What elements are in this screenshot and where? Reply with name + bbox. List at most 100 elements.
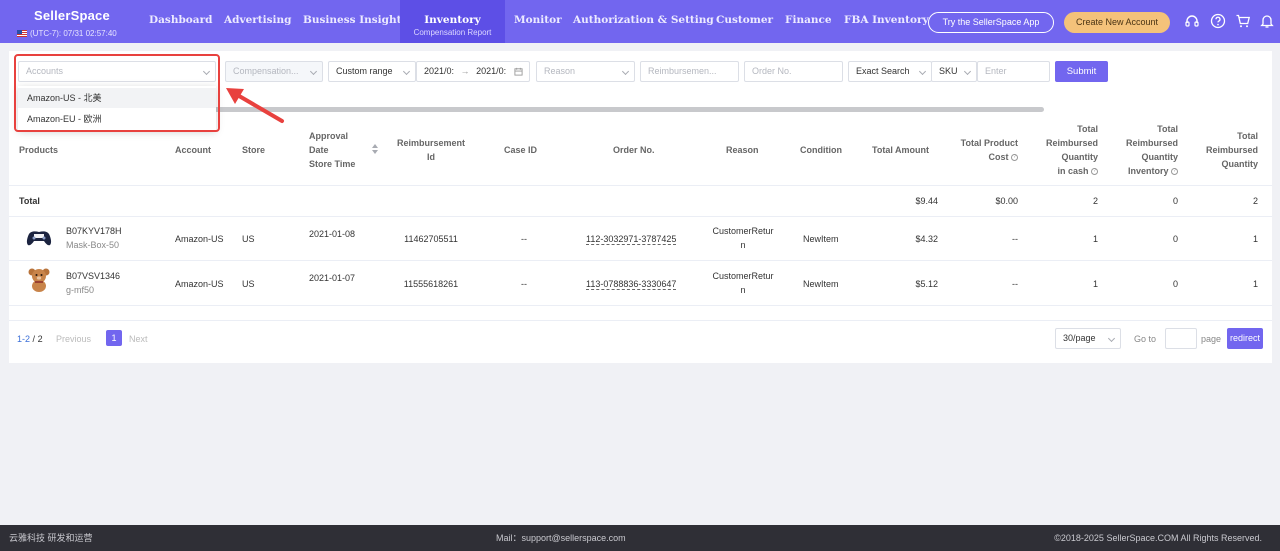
top-header: SellerSpace (UTC-7): 07/31 02:57:40 Dash… xyxy=(0,0,1280,43)
total-amount: $9.44 xyxy=(915,196,938,206)
nav-inventory[interactable]: Inventory Compensation Report xyxy=(400,0,505,43)
cell-amount: $5.12 xyxy=(915,279,938,289)
reason-select[interactable]: Reason xyxy=(536,61,635,82)
col-reimbursement-line-2: Id xyxy=(427,152,435,162)
create-account-button[interactable]: Create New Account xyxy=(1064,12,1170,33)
row-divider xyxy=(9,320,1272,321)
total-reimbursed-inventory: 0 xyxy=(1172,196,1178,206)
match-type-select[interactable]: Exact Search xyxy=(848,61,932,82)
col-cash-line-1: Total xyxy=(1077,124,1098,134)
page-size-select[interactable]: 30/page xyxy=(1055,328,1121,349)
product-asin[interactable]: B07KYV178H xyxy=(66,224,122,238)
nav-business-insight[interactable]: Business Insight xyxy=(303,14,401,26)
redirect-button[interactable]: redirect xyxy=(1227,328,1263,349)
cell-product-cost: -- xyxy=(1012,234,1018,244)
col-cost-line-2: Cost xyxy=(988,152,1009,162)
table-horizontal-scrollbar[interactable] xyxy=(214,107,1044,112)
order-link[interactable]: 113-0788836-3330647 xyxy=(586,279,677,290)
nav-dashboard[interactable]: Dashboard xyxy=(149,14,212,26)
nav-finance[interactable]: Finance xyxy=(785,14,832,26)
try-app-button[interactable]: Try the SellerSpace App xyxy=(928,12,1054,33)
reimbursement-id-input[interactable]: Reimbursemen... xyxy=(640,61,739,82)
goto-page-input[interactable] xyxy=(1165,328,1197,349)
footer-mail[interactable]: Mail：support@sellerspace.com xyxy=(496,525,626,551)
chevron-down-icon xyxy=(621,67,630,76)
cell-account: Amazon-US xyxy=(175,279,224,289)
cell-store: US xyxy=(242,279,255,289)
timezone-clock: (UTC-7): 07/31 02:57:40 xyxy=(17,29,117,38)
date-range-picker[interactable]: 2021/0: → 2021/0: xyxy=(416,61,530,82)
cell-order-no[interactable]: 113-0788836-3330647 xyxy=(586,277,677,291)
date-start-input[interactable]: 2021/0: xyxy=(424,66,454,76)
cell-order-no[interactable]: 112-3032971-3787425 xyxy=(586,232,677,246)
page-1-button[interactable]: 1 xyxy=(106,330,122,346)
cell-reason-line-2: n xyxy=(740,240,746,250)
pagination-range-value: 1-2 xyxy=(17,334,31,344)
col-inv-line-3: Quantity xyxy=(1141,152,1178,162)
chevron-down-icon xyxy=(963,67,972,76)
col-qty-line-3: Quantity xyxy=(1221,159,1258,169)
row-divider xyxy=(9,305,1272,306)
cell-reimbursed-quantity: 1 xyxy=(1252,279,1258,289)
cart-icon[interactable] xyxy=(1235,13,1251,29)
nav-monitor[interactable]: Monitor xyxy=(514,14,562,26)
brand-logo[interactable]: SellerSpace xyxy=(34,8,110,23)
col-store: Store xyxy=(242,145,266,155)
goto-label: Go to xyxy=(1134,334,1157,344)
col-order-no: Order No. xyxy=(613,145,655,155)
page-label: page xyxy=(1201,334,1222,344)
search-value-input[interactable]: Enter xyxy=(977,61,1050,82)
chevron-down-icon xyxy=(1107,334,1116,343)
col-reason: Reason xyxy=(726,145,759,155)
sort-icon[interactable] xyxy=(372,144,378,156)
col-inv-line-4: Inventory xyxy=(1127,166,1169,176)
nav-authorization-setting[interactable]: Authorization & Setting xyxy=(573,14,714,26)
col-approval-line-1: Approval xyxy=(309,131,349,141)
product-thumbnail-controller[interactable] xyxy=(25,228,53,248)
cell-reimbursed-inventory: 0 xyxy=(1172,234,1178,244)
annotation-arrow-icon xyxy=(226,88,284,123)
product-asin[interactable]: B07VSV1346 xyxy=(66,269,120,283)
footer-copyright: ©2018-2025 SellerSpace.COM All Rights Re… xyxy=(1054,533,1262,543)
previous-page-button[interactable]: Previous xyxy=(56,333,91,345)
compensation-select[interactable]: Compensation... xyxy=(225,61,323,82)
cell-reason-line-1: CustomerRetur xyxy=(712,271,774,281)
pagination-range: 1-2 / 2 xyxy=(17,333,43,345)
col-qty-line-1: Total xyxy=(1237,131,1258,141)
date-end-input[interactable]: 2021/0: xyxy=(476,66,506,76)
col-reimbursed-inventory: Total Reimbursed Quantity Inventory ? xyxy=(1106,122,1178,178)
help-icon[interactable] xyxy=(1210,13,1226,29)
date-type-select[interactable]: Custom range xyxy=(328,61,416,82)
timezone-text: (UTC-7): 07/31 02:57:40 xyxy=(30,29,117,38)
info-icon[interactable]: ? xyxy=(1011,154,1018,162)
order-no-input[interactable]: Order No. xyxy=(744,61,843,82)
col-cash-line-3: Quantity xyxy=(1061,152,1098,162)
bell-icon[interactable] xyxy=(1259,13,1275,29)
date-range-separator: → xyxy=(460,66,470,76)
col-approval-date[interactable]: Approval Date Store Time xyxy=(309,129,355,171)
order-link[interactable]: 112-3032971-3787425 xyxy=(586,234,677,245)
cell-condition: NewItem xyxy=(803,234,839,244)
annotation-highlight-box xyxy=(14,54,220,132)
total-reimbursed-cash: 2 xyxy=(1092,196,1098,206)
cell-account: Amazon-US xyxy=(175,234,224,244)
product-thumbnail-teddy-bear[interactable] xyxy=(27,267,51,293)
nav-customer[interactable]: Customer xyxy=(716,14,773,26)
reason-select-placeholder: Reason xyxy=(544,66,576,76)
info-icon[interactable]: ? xyxy=(1171,168,1178,176)
headset-icon[interactable] xyxy=(1184,13,1200,29)
col-case-id: Case ID xyxy=(504,145,538,155)
field-type-select[interactable]: SKU xyxy=(931,61,977,82)
nav-advertising[interactable]: Advertising xyxy=(224,14,292,26)
col-account: Account xyxy=(175,145,211,155)
cell-reimbursement-id: 11555618261 xyxy=(403,279,459,289)
chevron-down-icon xyxy=(309,67,318,76)
col-condition: Condition xyxy=(800,145,842,155)
submit-button[interactable]: Submit xyxy=(1055,61,1108,82)
info-icon[interactable]: ? xyxy=(1091,168,1098,176)
col-cost-line-1: Total Product xyxy=(960,138,1018,148)
nav-fba-inventory[interactable]: FBA Inventory xyxy=(844,14,929,26)
page-footer: 云雅科技 研发和运营 Mail：support@sellerspace.com … xyxy=(0,525,1280,551)
next-page-button[interactable]: Next xyxy=(129,333,148,345)
product-sku: Mask-Box-50 xyxy=(66,240,120,250)
